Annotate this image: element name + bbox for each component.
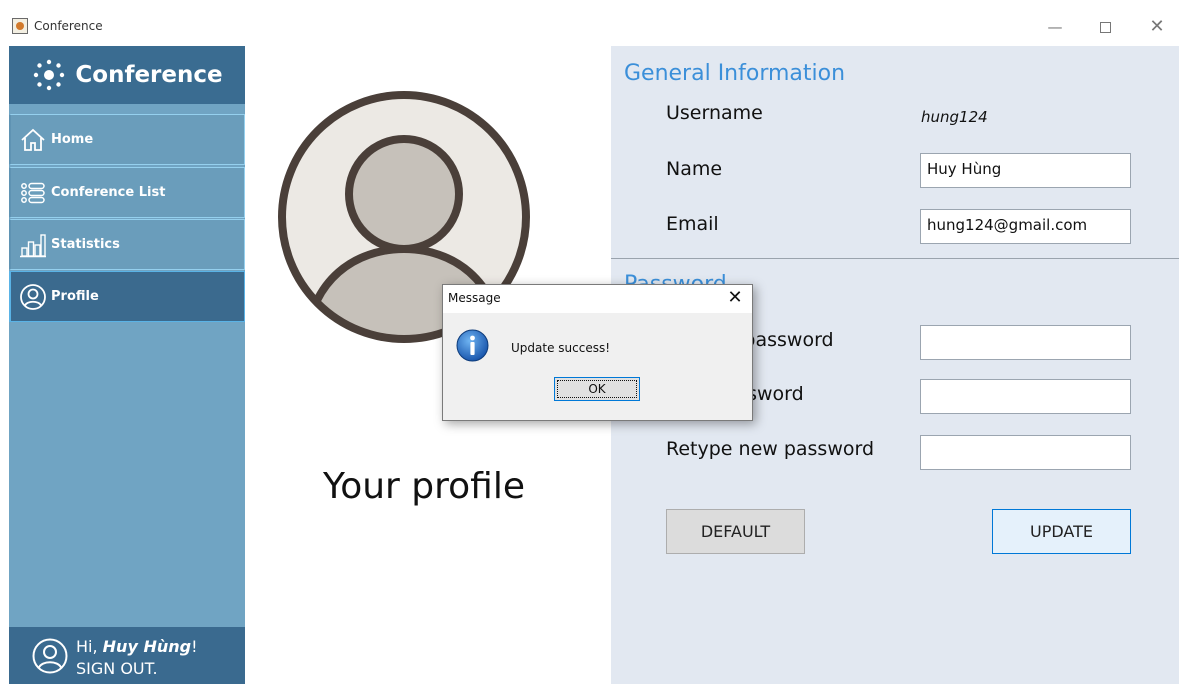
ok-button[interactable]: OK [554,377,640,401]
dialog-close-button[interactable]: ✕ [723,287,747,308]
new-password-field[interactable] [920,379,1131,414]
bar-chart-icon [20,233,46,257]
sidebar-item-home[interactable]: Home [9,114,245,165]
sidebar-item-label: Conference List [51,185,166,200]
brand-title: Conference [75,62,223,88]
user-box: Hi, Huy Hùng! SIGN OUT. [9,627,245,684]
conference-logo-icon [34,59,65,91]
maximize-button[interactable] [1088,16,1122,38]
info-icon [456,329,489,362]
profile-caption: Your profile [323,466,526,507]
user-name: Huy Hùng [102,637,192,656]
close-window-button[interactable]: ✕ [1140,16,1174,38]
sidebar: Conference Home Conference List Statisti… [9,46,245,684]
name-field[interactable]: Huy Hùng [920,153,1131,188]
greeting-prefix: Hi, [76,637,103,656]
window-titlebar: Conference — ✕ [0,0,1179,46]
java-app-icon [12,18,28,34]
ok-button-label: OK [557,380,637,398]
retype-password-field[interactable] [920,435,1131,470]
sidebar-item-statistics[interactable]: Statistics [9,219,245,270]
home-icon [21,128,45,151]
window-title: Conference [34,19,103,33]
message-dialog: Message ✕ Update success! OK [442,284,753,421]
sidebar-item-label: Home [51,132,94,147]
username-label: Username [666,102,763,124]
sidebar-item-label: Statistics [51,237,120,252]
sidebar-item-conference-list[interactable]: Conference List [9,167,245,218]
sign-out-link[interactable]: SIGN OUT. [76,659,158,678]
sidebar-brand: Conference [9,46,245,104]
list-icon [21,182,45,203]
default-button[interactable]: DEFAULT [666,509,805,554]
greeting-suffix: ! [191,637,198,656]
sidebar-item-label: Profile [51,289,99,304]
current-password-field[interactable] [920,325,1131,360]
name-label: Name [666,158,723,180]
user-icon [32,638,68,674]
email-field[interactable]: hung124@gmail.com [920,209,1131,244]
dialog-message: Update success! [511,341,611,355]
user-icon [20,283,46,310]
email-label: Email [666,213,719,235]
sidebar-item-profile[interactable]: Profile [9,271,245,322]
general-info-title: General Information [624,61,846,86]
minimize-button[interactable]: — [1038,16,1072,38]
user-greeting: Hi, Huy Hùng! [76,637,197,656]
section-divider [611,258,1179,259]
update-button[interactable]: UPDATE [992,509,1131,554]
retype-password-label: Retype new password [666,438,875,460]
dialog-titlebar: Message ✕ [443,285,752,313]
dialog-title: Message [448,291,501,305]
maximize-icon [1099,22,1111,33]
username-value: hung124 [921,108,988,126]
